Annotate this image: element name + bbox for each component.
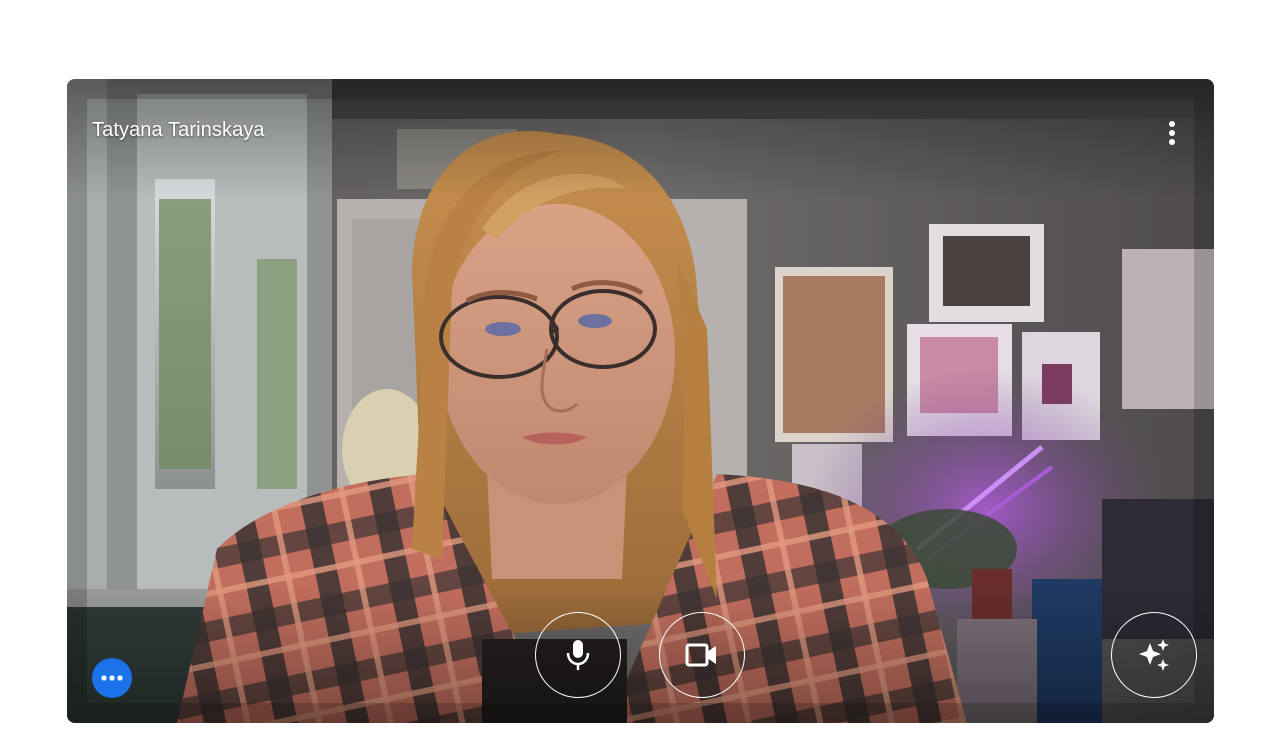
microphone-toggle-button[interactable]: [535, 612, 621, 698]
more-options-button[interactable]: [1152, 115, 1192, 151]
more-actions-button[interactable]: [92, 658, 132, 698]
participant-name-label: Tatyana Tarinskaya: [92, 119, 265, 141]
more-vert-icon: [1169, 121, 1175, 145]
meeting-preview: Tatyana Tarinskaya: [0, 0, 1280, 752]
self-video-tile: Tatyana Tarinskaya: [67, 79, 1214, 723]
camera-toggle-button[interactable]: [659, 612, 745, 698]
video-camera-icon: [685, 643, 716, 667]
visual-effects-button[interactable]: [1111, 612, 1197, 698]
more-horiz-icon: [101, 675, 123, 681]
sparkle-effects-icon: [1139, 639, 1169, 671]
camera-video-feed: [67, 79, 1214, 723]
microphone-icon: [566, 640, 590, 670]
